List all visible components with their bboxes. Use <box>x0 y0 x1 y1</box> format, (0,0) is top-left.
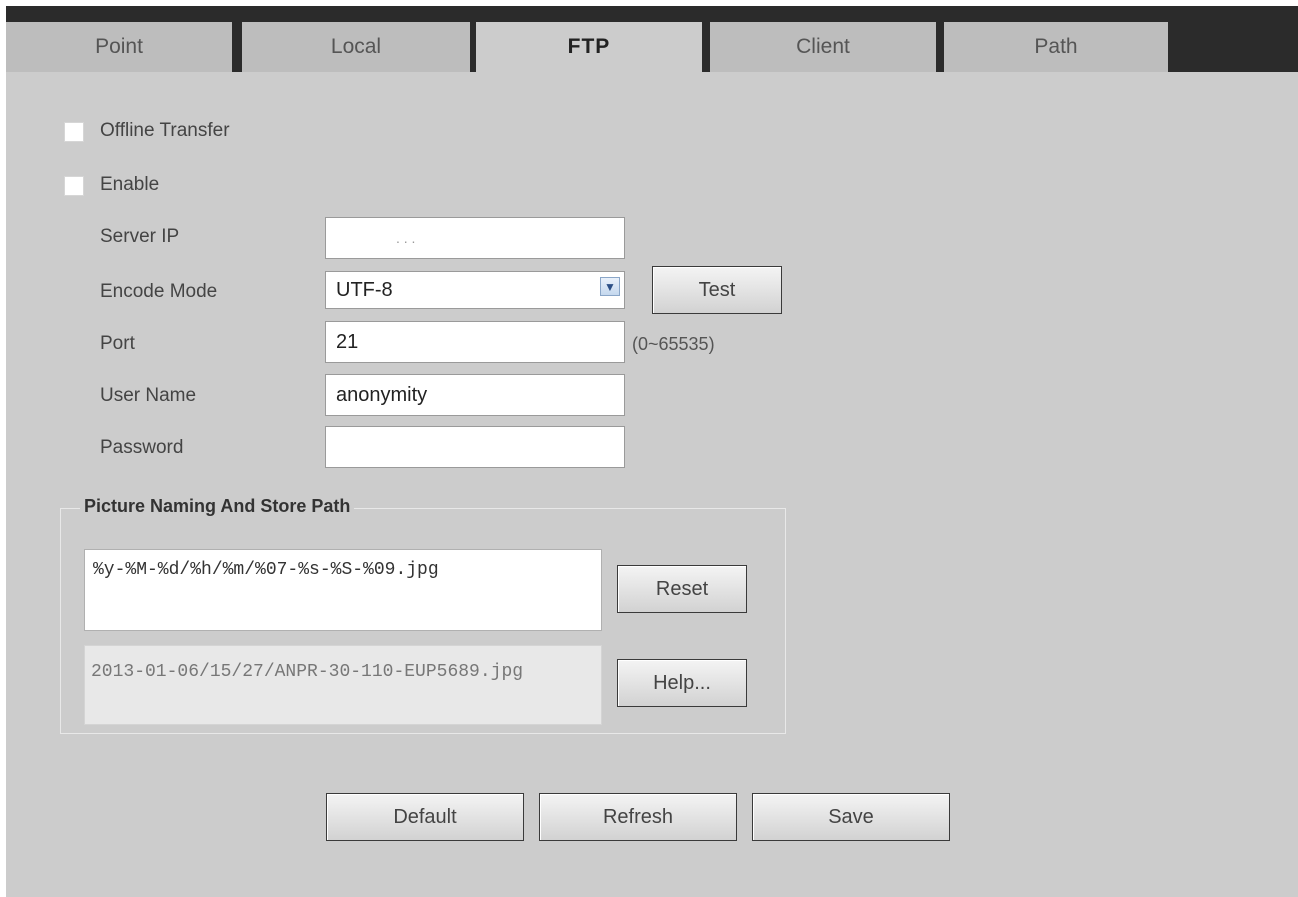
tab-bar: Point Local FTP Client Path <box>6 22 1298 72</box>
ftp-settings-panel <box>6 72 1298 897</box>
reset-button[interactable]: Reset <box>617 565 747 613</box>
refresh-button[interactable]: Refresh <box>539 793 737 841</box>
user-name-input[interactable]: anonymity <box>325 374 625 416</box>
encode-mode-select[interactable]: UTF-8 ▼ <box>325 271 625 309</box>
naming-pattern-input[interactable]: %y-%M-%d/%h/%m/%07-%s-%S-%09.jpg <box>84 549 602 631</box>
server-ip-label: Server IP <box>100 226 180 247</box>
naming-preview: 2013-01-06/15/27/ANPR-30-110-EUP5689.jpg <box>84 645 602 725</box>
chevron-down-icon[interactable]: ▼ <box>600 277 620 296</box>
server-ip-input[interactable]: . . . <box>325 217 625 259</box>
enable-label: Enable <box>100 174 160 195</box>
encode-mode-label: Encode Mode <box>100 281 218 302</box>
enable-checkbox[interactable] <box>64 176 84 196</box>
test-button[interactable]: Test <box>652 266 782 314</box>
tab-ftp[interactable]: FTP <box>476 22 702 72</box>
tab-client[interactable]: Client <box>710 22 936 72</box>
port-input[interactable]: 21 <box>325 321 625 363</box>
password-input[interactable] <box>325 426 625 468</box>
tab-point[interactable]: Point <box>6 22 232 72</box>
port-range-hint: (0~65535) <box>632 334 715 354</box>
picture-naming-title: Picture Naming And Store Path <box>80 496 355 517</box>
save-button[interactable]: Save <box>752 793 950 841</box>
top-bar <box>6 6 1298 22</box>
offline-transfer-label: Offline Transfer <box>100 120 230 141</box>
user-name-label: User Name <box>100 385 197 406</box>
offline-transfer-checkbox[interactable] <box>64 122 84 142</box>
tab-local[interactable]: Local <box>242 22 470 72</box>
encode-mode-value: UTF-8 <box>336 278 393 301</box>
tab-path[interactable]: Path <box>944 22 1168 72</box>
default-button[interactable]: Default <box>326 793 524 841</box>
port-label: Port <box>100 333 135 354</box>
help-button[interactable]: Help... <box>617 659 747 707</box>
password-label: Password <box>100 437 184 458</box>
